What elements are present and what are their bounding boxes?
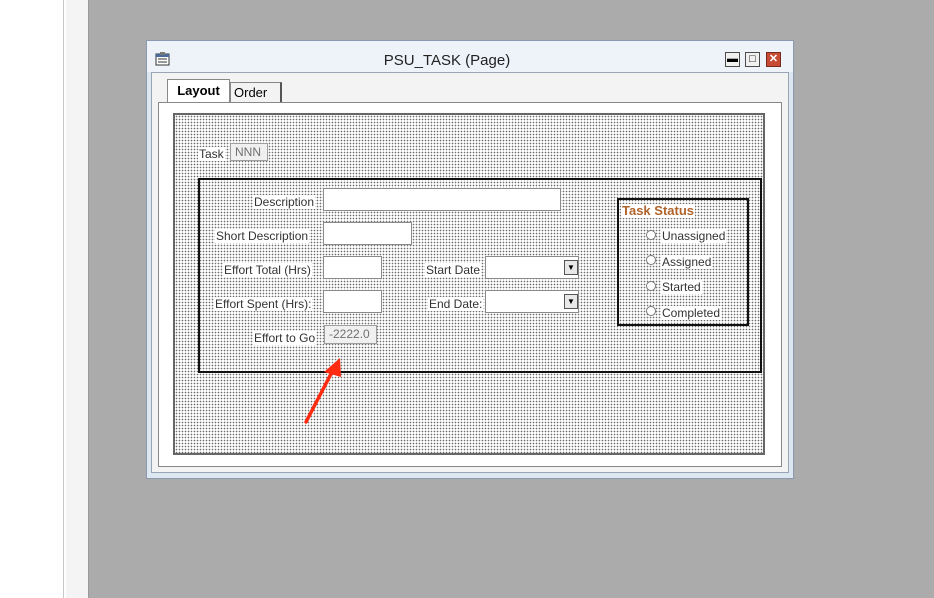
end-date-dropdown-icon[interactable]: ▼ (564, 294, 578, 309)
effort-spent-label: Effort Spent (Hrs): (214, 297, 313, 311)
minimize-button[interactable]: ▬ (725, 52, 740, 67)
window-client-area: Layout Order Task NNN Description Short … (151, 72, 789, 473)
assigned-label: Assigned (661, 255, 713, 269)
start-date-label: Start Date (425, 263, 482, 277)
task-label: Task (198, 147, 225, 161)
task-status-title: Task Status (621, 203, 696, 218)
unassigned-label: Unassigned (661, 229, 727, 243)
psu-task-page-window: PSU_TASK (Page) ▬ □ ✕ Layout Order Task … (146, 40, 794, 479)
started-radio[interactable] (646, 281, 656, 291)
description-field[interactable] (323, 188, 561, 211)
tab-layout[interactable]: Layout (167, 79, 230, 102)
short-description-field[interactable] (323, 222, 412, 245)
left-panel (0, 0, 63, 598)
task-status-group: Task Status Unassigned Assigned Started … (617, 198, 749, 326)
end-date-label: End Date: (428, 297, 484, 311)
tab-order[interactable]: Order (230, 82, 282, 102)
started-label: Started (661, 280, 702, 294)
completed-label: Completed (661, 306, 722, 320)
window-titlebar[interactable]: PSU_TASK (Page) ▬ □ ✕ (147, 41, 793, 72)
splitter-bar[interactable] (66, 0, 89, 598)
short-description-label: Short Description (215, 229, 310, 243)
close-button[interactable]: ✕ (766, 52, 781, 67)
effort-to-go-field[interactable]: -2222.0 (324, 325, 377, 344)
completed-radio[interactable] (646, 306, 656, 316)
effort-spent-field[interactable] (323, 290, 382, 313)
maximize-button[interactable]: □ (745, 52, 760, 67)
task-field[interactable]: NNN (230, 143, 268, 161)
layout-tab-panel: Task NNN Description Short Description E… (158, 102, 782, 467)
window-title: PSU_TASK (Page) (383, 52, 511, 69)
unassigned-radio[interactable] (646, 230, 656, 240)
red-arrow-annotation (304, 358, 341, 424)
effort-to-go-label: Effort to Go (253, 331, 317, 345)
effort-total-label: Effort Total (Hrs) (223, 263, 312, 277)
page-design-grid: Task NNN Description Short Description E… (173, 113, 765, 455)
effort-total-field[interactable] (323, 256, 382, 279)
assigned-radio[interactable] (646, 255, 656, 265)
start-date-dropdown-icon[interactable]: ▼ (564, 260, 578, 275)
description-label: Description (253, 195, 316, 209)
